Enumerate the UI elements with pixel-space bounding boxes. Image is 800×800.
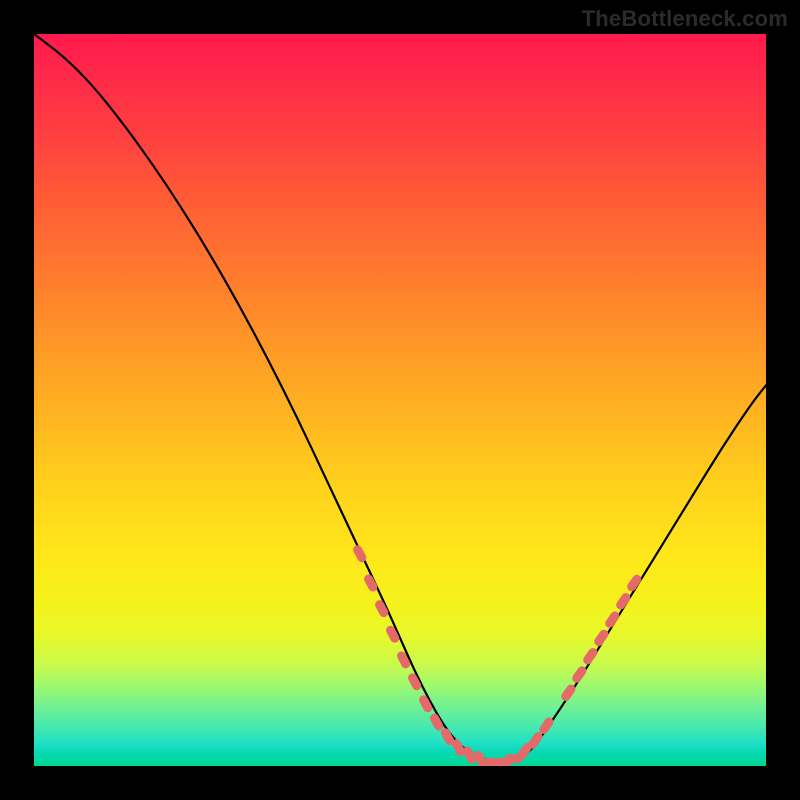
curve-marker <box>592 628 610 648</box>
marker-group <box>352 544 644 766</box>
curve-marker <box>614 591 632 611</box>
curve-marker <box>363 573 379 593</box>
curve-marker <box>625 573 643 593</box>
watermark-label: TheBottleneck.com <box>582 6 788 32</box>
plot-area <box>34 34 766 766</box>
curve-marker <box>603 610 621 630</box>
chart-frame: TheBottleneck.com <box>0 0 800 800</box>
curve-layer <box>34 34 766 766</box>
curve-marker <box>581 646 599 666</box>
